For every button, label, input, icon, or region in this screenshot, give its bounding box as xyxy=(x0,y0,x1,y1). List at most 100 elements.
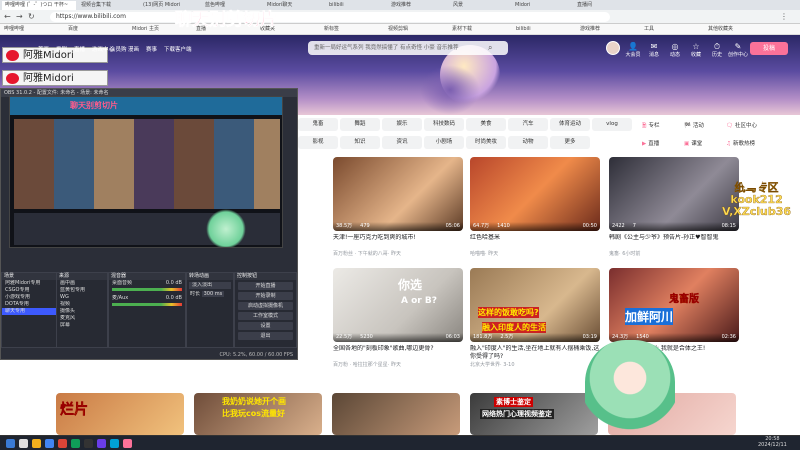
category-chip[interactable]: 资讯 xyxy=(382,136,422,149)
bookmark-item[interactable]: 新标签 xyxy=(324,25,339,34)
category-chip[interactable]: 汽车 xyxy=(508,118,548,131)
back-icon[interactable]: ← xyxy=(4,12,11,21)
search-icon[interactable]: ⌕ xyxy=(488,43,492,53)
source-item[interactable]: 麦克风 xyxy=(57,315,107,322)
video-thumbnail[interactable]: 我奶奶说她开个画 比我玩cos流量好 xyxy=(194,393,322,435)
bookmark-item[interactable]: bilibili xyxy=(516,25,531,34)
video-author[interactable]: 北京大学世界· 3-10 xyxy=(470,361,600,368)
category-chip[interactable]: 时尚美妆 xyxy=(466,136,506,149)
video-thumbnail[interactable]: 64.7万 1410 00:50 xyxy=(470,157,600,231)
taskbar-app-icon[interactable] xyxy=(45,439,54,448)
category-chip[interactable]: 娱乐 xyxy=(382,118,422,131)
nav-item[interactable]: 会员购 xyxy=(110,45,127,53)
video-thumbnail[interactable]: 素博士鉴定 网络热门心理视频鉴定 xyxy=(470,393,598,435)
control-button[interactable]: 开始直播 xyxy=(238,282,293,290)
video-thumbnail[interactable]: 24.3万 1540 02:36 xyxy=(609,268,739,342)
upload-button[interactable]: 投稿 xyxy=(750,42,788,55)
nav-item[interactable]: 下载客户端 xyxy=(164,45,192,53)
control-button[interactable]: 工作室模式 xyxy=(238,312,293,320)
header-entry[interactable]: ☆ 收藏 xyxy=(685,42,707,58)
bookmark-item[interactable]: 哔哩哔哩 xyxy=(4,25,24,34)
video-thumbnail[interactable] xyxy=(332,393,460,435)
browser-tab[interactable]: 风景 xyxy=(450,1,510,10)
video-title[interactable]: 红色哈基米 xyxy=(470,234,600,250)
category-chip[interactable]: 体育运动 xyxy=(550,118,590,131)
control-button[interactable]: 退出 xyxy=(238,332,293,340)
header-entry[interactable]: ⏱ 历史 xyxy=(706,42,728,58)
control-button[interactable]: 开始录制 xyxy=(238,292,293,300)
video-thumbnail[interactable]: 2422 7 08:15 xyxy=(609,157,739,231)
nav-item[interactable]: 漫画 xyxy=(128,45,139,53)
taskbar-app-icon[interactable] xyxy=(84,439,93,448)
video-card[interactable]: 64.7万 1410 00:50 红色哈基米 哈喵喵· 昨天 xyxy=(470,157,600,257)
category-chip[interactable]: 影视 xyxy=(298,136,338,149)
search-input[interactable]: 重新一局好运气系列 我竟然搞懂了 有点奇怪 小豪 音乐推荐 xyxy=(308,41,508,55)
side-link[interactable]: 🗨 社区中心 xyxy=(726,121,757,129)
video-card[interactable]: 181.8万 2.5万 03:19 融入"印度人"的生活,坐在地上就有人摆桶乘饭,这你… xyxy=(470,268,600,368)
browser-tab[interactable]: 游戏推荐 xyxy=(388,1,448,10)
video-title[interactable]: 全国各地的"刻板印象"歌曲,哪边更骨? xyxy=(333,345,463,361)
source-item[interactable]: 蓝黄包专用 xyxy=(57,287,107,294)
video-author[interactable]: 哈喵喵· 昨天 xyxy=(470,250,600,257)
side-link[interactable]: ▣ 课堂 xyxy=(684,139,702,147)
category-chip[interactable]: 美食 xyxy=(466,118,506,131)
source-item[interactable]: WG xyxy=(57,294,107,301)
browser-tab[interactable]: Midori xyxy=(512,1,572,10)
url-input[interactable]: https://www.bilibili.com xyxy=(50,12,610,22)
video-title[interactable]: 天津!一座巧克力吃到爽的城市! xyxy=(333,234,463,250)
bookmark-item[interactable]: 游戏推荐 xyxy=(580,25,600,34)
video-card[interactable]: 38.5万 479 05:06 天津!一座巧克力吃到爽的城市! 百万粉丝 · 下午就的八… xyxy=(333,157,463,257)
source-item[interactable]: 画中画 xyxy=(57,280,107,287)
bookmark-item[interactable]: 百度 xyxy=(68,25,78,34)
obs-preview[interactable]: 聊天别剪切片 xyxy=(9,96,283,248)
video-author[interactable]: 百万粉 · 哈拉拉那个星星· 昨天 xyxy=(333,361,463,368)
video-title[interactable]: 融入"印度人"的生活,坐在地上就有人摆桶乘饭,这你受得了吗? xyxy=(470,345,600,361)
side-link[interactable]: 🗎 专栏 xyxy=(642,121,659,131)
category-chip[interactable]: 科技数码 xyxy=(424,118,464,131)
nav-item[interactable]: 直播 xyxy=(74,45,85,53)
category-chip[interactable]: 舞蹈 xyxy=(340,118,380,131)
control-button[interactable]: 设置 xyxy=(238,322,293,330)
avatar[interactable] xyxy=(606,41,620,55)
taskbar-app-icon[interactable] xyxy=(6,439,15,448)
video-thumbnail[interactable]: 烂片 xyxy=(56,393,184,435)
bookmark-item[interactable]: 视频剪辑 xyxy=(388,25,408,34)
browser-tab[interactable]: bilibili xyxy=(326,1,386,10)
category-chip[interactable]: 鬼畜 xyxy=(298,118,338,131)
category-chip[interactable]: 动物 xyxy=(508,136,548,149)
header-entry[interactable]: ◎ 动态 xyxy=(664,42,686,58)
duration-input[interactable]: 300 ms xyxy=(201,291,225,297)
category-chip[interactable]: 更多 xyxy=(550,136,590,149)
video-thumbnail[interactable]: 38.5万 479 05:06 xyxy=(333,157,463,231)
bookmark-item[interactable]: 素材下载 xyxy=(452,25,472,34)
nav-item[interactable]: 番剧 xyxy=(56,45,67,53)
taskbar-app-icon[interactable] xyxy=(32,439,41,448)
taskbar-app-icon[interactable] xyxy=(19,439,28,448)
header-entry[interactable]: 👤 大会员 xyxy=(622,42,644,58)
menu-icon[interactable]: ⋮ xyxy=(780,12,788,21)
taskbar-app-icon[interactable] xyxy=(58,439,67,448)
nav-item[interactable]: 赛事 xyxy=(146,45,157,53)
taskbar-app-icon[interactable] xyxy=(97,439,106,448)
video-author[interactable]: 鬼畜· 6小时前 xyxy=(609,250,739,257)
nav-item[interactable]: 首页 xyxy=(38,45,49,53)
browser-tab[interactable]: 直播间 xyxy=(574,1,634,10)
taskbar-app-icon[interactable] xyxy=(110,439,119,448)
category-chip[interactable]: 知识 xyxy=(340,136,380,149)
video-author[interactable]: 百万粉丝 · 下午就的八哥· 昨天 xyxy=(333,250,463,257)
bookmark-item[interactable]: 其他收藏夹 xyxy=(708,25,733,34)
side-link[interactable]: 🏁 活动 xyxy=(684,121,704,129)
category-chip[interactable]: vlog xyxy=(592,118,632,131)
taskbar-app-icon[interactable] xyxy=(123,439,132,448)
control-button[interactable]: 启动虚拟摄像机 xyxy=(238,302,293,310)
reload-icon[interactable]: ↻ xyxy=(28,12,35,21)
browser-tab[interactable]: 视频合集下载 xyxy=(78,1,138,10)
taskbar-app-icon[interactable] xyxy=(71,439,80,448)
video-card[interactable]: 2422 7 08:15 韩剧《公主与少爷》预告片-孙正♥智智鬼 鬼畜· 6小时前 xyxy=(609,157,739,257)
bookmark-item[interactable]: Midori 主页 xyxy=(132,25,159,34)
browser-tab[interactable]: 哔哩哔哩 (゜-゜)つロ 干杯~ xyxy=(2,1,76,10)
side-link[interactable]: ♫ 新歌热榜 xyxy=(726,139,755,147)
transition-select[interactable]: 淡入淡出 xyxy=(189,282,231,289)
header-entry[interactable]: ✉ 消息 xyxy=(643,42,665,58)
bookmark-item[interactable]: 工具 xyxy=(644,25,654,34)
